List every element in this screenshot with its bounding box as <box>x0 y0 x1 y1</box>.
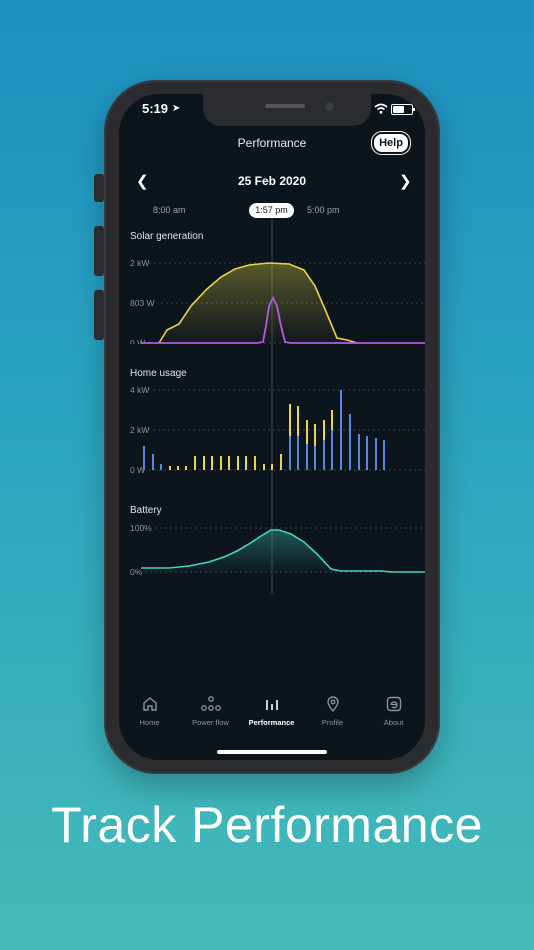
help-button[interactable]: Help <box>372 132 410 154</box>
battery-tick-zero: 0% <box>130 567 143 577</box>
tab-profile-label: Profile <box>321 718 344 727</box>
tab-performance[interactable]: Performance <box>241 694 302 727</box>
time-start-label: 8:00 am <box>153 205 186 215</box>
marketing-caption: Track Performance <box>51 797 483 853</box>
mute-switch <box>94 174 104 202</box>
tab-about-label: About <box>383 718 404 727</box>
home-usage-chart: 4 kW 2 kW 0 W <box>130 385 425 475</box>
tab-power-flow-label: Power flow <box>192 718 229 727</box>
home-tick-top: 4 kW <box>130 385 149 395</box>
time-cursor-pill[interactable]: 1:57 pm <box>249 203 294 218</box>
solar-tick-top: 2 kW <box>130 258 149 268</box>
location-pin-icon <box>326 696 339 713</box>
notch <box>203 94 371 126</box>
home-tick-mid: 2 kW <box>130 425 149 435</box>
date-label: 25 Feb 2020 <box>237 174 307 188</box>
info-e-icon <box>386 696 401 712</box>
home-indicator[interactable] <box>217 750 327 754</box>
status-time: 5:19 <box>142 101 169 116</box>
tab-bar: Home Power flow Performance Profile Abou… <box>119 694 425 744</box>
solar-tick-mid: 803 W <box>130 298 155 308</box>
battery-icon <box>391 104 415 115</box>
battery-tick-top: 100% <box>130 524 152 533</box>
home-section-label: Home usage <box>130 368 187 379</box>
volume-up-button <box>94 226 104 276</box>
battery-chart: 100% 0% <box>130 524 425 577</box>
bar-chart-icon <box>265 700 278 710</box>
tab-home-label: Home <box>139 718 160 727</box>
volume-down-button <box>94 290 104 340</box>
phone-frame: 5:19 ➤ Performance Help ❮ 25 Feb 2020 ❯ … <box>94 80 440 774</box>
power-flow-icon <box>200 696 221 711</box>
tab-home[interactable]: Home <box>119 694 180 727</box>
tab-power-flow[interactable]: Power flow <box>180 694 241 727</box>
tab-about[interactable]: About <box>363 694 424 727</box>
tab-performance-label: Performance <box>248 718 295 727</box>
battery-section-label: Battery <box>130 505 162 516</box>
home-tick-zero: 0 W <box>130 465 145 475</box>
chevron-right-icon[interactable]: ❯ <box>399 172 412 190</box>
wifi-icon <box>374 103 388 114</box>
home-icon <box>142 697 157 711</box>
tab-profile[interactable]: Profile <box>302 694 363 727</box>
location-arrow-icon: ➤ <box>172 103 181 114</box>
app-screen: 5:19 ➤ Performance Help ❮ 25 Feb 2020 ❯ … <box>119 94 425 760</box>
solar-section-label: Solar generation <box>130 231 204 242</box>
solar-chart: 2 kW 803 W 0 W <box>130 258 425 344</box>
time-end-label: 5:00 pm <box>307 205 340 215</box>
